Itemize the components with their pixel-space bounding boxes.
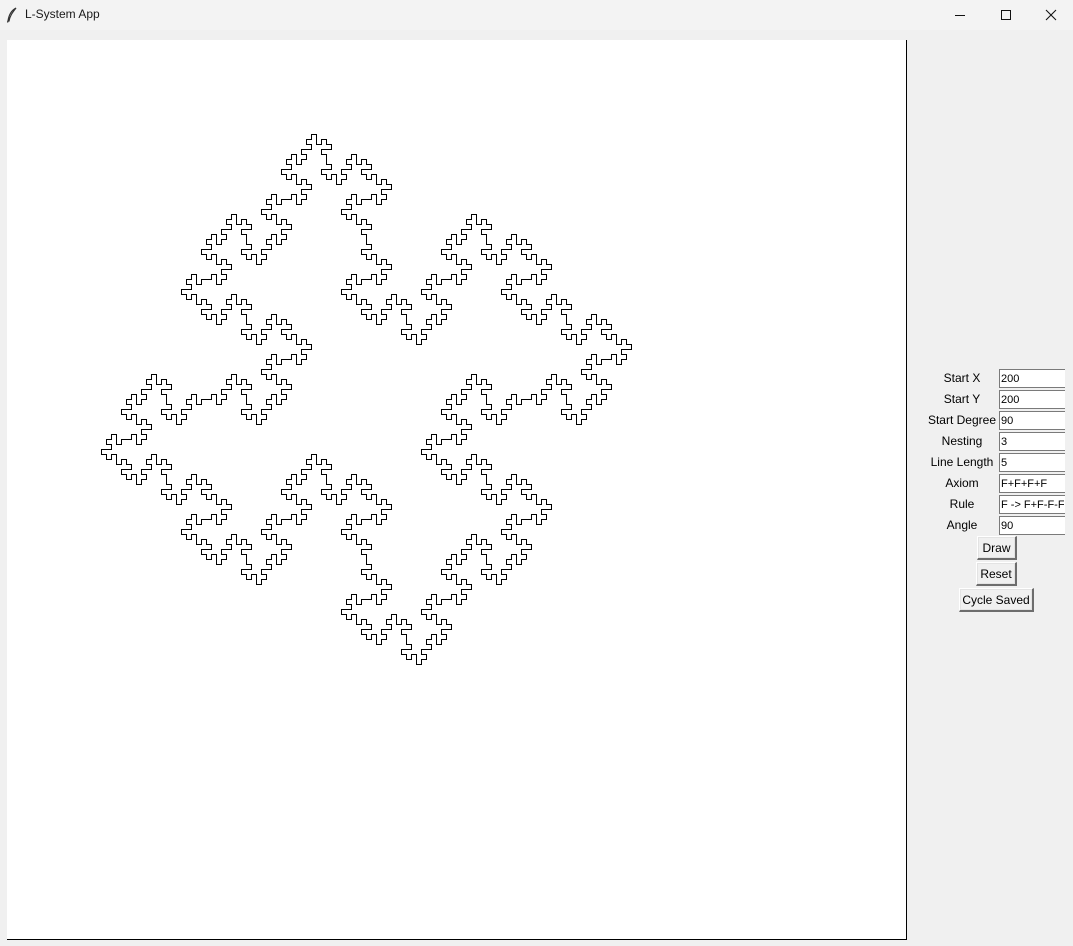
field-row-start-y: Start Y	[925, 390, 1073, 409]
draw-button[interactable]: Draw	[977, 536, 1017, 560]
window-title: L-System App	[25, 7, 100, 21]
field-row-start-x: Start X	[925, 369, 1073, 388]
rule-input[interactable]	[999, 495, 1065, 514]
angle-input[interactable]	[999, 516, 1065, 535]
start-x-input[interactable]	[999, 369, 1065, 388]
minimize-icon	[955, 15, 965, 16]
app-window: L-System App Start X Start	[0, 0, 1073, 946]
field-row-line-length: Line Length	[925, 453, 1073, 472]
l-system-drawing	[101, 134, 632, 665]
field-row-start-degree: Start Degree	[925, 411, 1073, 430]
minimize-button[interactable]	[937, 0, 983, 30]
start-degree-label: Start Degree	[927, 413, 997, 427]
line-length-input[interactable]	[999, 453, 1065, 472]
start-y-label: Start Y	[943, 392, 981, 406]
line-length-label: Line Length	[930, 455, 994, 469]
start-degree-input[interactable]	[999, 411, 1065, 430]
nesting-input[interactable]	[999, 432, 1065, 451]
close-button[interactable]	[1028, 0, 1073, 30]
field-row-axiom: Axiom	[925, 474, 1073, 493]
maximize-button[interactable]	[983, 0, 1029, 30]
field-row-rule: Rule	[925, 495, 1073, 514]
axiom-input[interactable]	[999, 474, 1065, 493]
reset-button[interactable]: Reset	[976, 562, 1017, 586]
field-row-angle: Angle	[925, 516, 1073, 535]
start-x-label: Start X	[943, 371, 981, 385]
cycle-saved-button[interactable]: Cycle Saved	[959, 588, 1034, 612]
field-row-nesting: Nesting	[925, 432, 1073, 451]
nesting-label: Nesting	[941, 434, 983, 448]
axiom-label: Axiom	[945, 476, 979, 490]
close-icon	[1045, 9, 1057, 21]
rule-label: Rule	[949, 497, 975, 511]
angle-label: Angle	[946, 518, 978, 532]
feather-icon	[6, 7, 18, 23]
start-y-input[interactable]	[999, 390, 1065, 409]
maximize-icon	[1001, 10, 1011, 20]
title-bar[interactable]: L-System App	[0, 0, 1073, 30]
l-system-curve	[101, 134, 632, 665]
drawing-canvas[interactable]	[7, 40, 907, 940]
